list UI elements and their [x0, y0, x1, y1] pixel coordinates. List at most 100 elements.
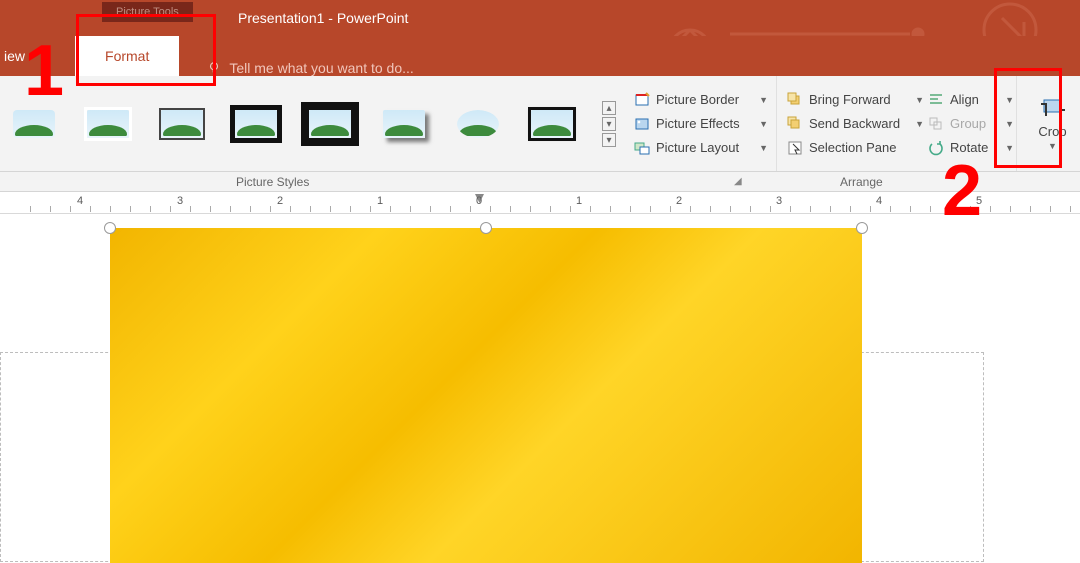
ruler-tick: [670, 206, 671, 212]
selected-picture[interactable]: [110, 228, 862, 563]
ruler-number: 4: [77, 195, 83, 207]
gallery-more-button[interactable]: ▾: [602, 133, 616, 147]
ruler-tick: [290, 206, 291, 212]
group-button[interactable]: Group▼: [926, 114, 1016, 134]
ruler-tick: [650, 206, 651, 212]
picture-border-label: Picture Border: [656, 92, 739, 107]
crop-label: Crop: [1038, 124, 1066, 139]
picture-effects-label: Picture Effects: [656, 116, 740, 131]
group-label-arrange: Arrange: [840, 175, 883, 189]
ruler-tick: [910, 206, 911, 212]
ruler-tick: [550, 206, 551, 212]
picture-border-button[interactable]: Picture Border▼: [632, 90, 770, 110]
selection-pane-icon: [787, 140, 803, 156]
ruler-number: 1: [377, 195, 383, 207]
tell-me-search[interactable]: Tell me what you want to do...: [207, 60, 413, 76]
align-icon: [928, 92, 944, 108]
horizontal-ruler[interactable]: 4321012345: [0, 192, 1080, 214]
ruler-tick: [490, 206, 491, 212]
align-button[interactable]: Align▼: [926, 90, 1016, 110]
bring-forward-button[interactable]: Bring Forward▼: [785, 90, 926, 110]
size-group: Crop ▼: [1016, 76, 1080, 171]
send-backward-label: Send Backward: [809, 116, 900, 131]
ruler-tick: [810, 206, 811, 212]
ruler-tick: [690, 206, 691, 212]
picture-effects-icon: [634, 116, 650, 132]
ruler-tick: [430, 206, 431, 212]
group-label: Group: [950, 116, 986, 131]
picture-format-column: Picture Border▼ Picture Effects▼ Picture…: [626, 76, 776, 171]
ruler-tick: [770, 206, 771, 212]
send-backward-icon: [787, 116, 803, 132]
picture-style-1[interactable]: [6, 104, 62, 144]
tab-review-partial[interactable]: iew: [4, 36, 37, 76]
ruler-tick: [30, 206, 31, 212]
tell-me-placeholder: Tell me what you want to do...: [229, 60, 413, 76]
tab-format[interactable]: Format: [75, 36, 179, 76]
ruler-tick: [350, 206, 351, 212]
selection-pane-label: Selection Pane: [809, 140, 896, 155]
resize-handle-top-middle[interactable]: [480, 222, 492, 234]
selection-pane-button[interactable]: Selection Pane: [785, 138, 926, 158]
ruler-tick: [370, 206, 371, 212]
ruler-tick: [950, 206, 951, 212]
send-backward-button[interactable]: Send Backward▼: [785, 114, 926, 134]
ruler-tick: [510, 206, 511, 212]
contextual-tab-picture-tools: Picture Tools: [102, 2, 193, 22]
picture-style-5[interactable]: [302, 104, 358, 144]
ruler-number: 0: [476, 195, 482, 207]
rotate-label: Rotate: [950, 140, 988, 155]
gallery-row-down[interactable]: ▾: [602, 117, 616, 131]
rotate-button[interactable]: Rotate▼: [926, 138, 1016, 158]
ruler-tick: [850, 206, 851, 212]
ruler-tick: [110, 206, 111, 212]
slide-canvas[interactable]: [0, 214, 1080, 562]
ruler-number: 3: [177, 195, 183, 207]
ruler-number: 4: [876, 195, 882, 207]
resize-handle-top-left[interactable]: [104, 222, 116, 234]
ruler-tick: [310, 206, 311, 212]
picture-style-6[interactable]: [376, 104, 432, 144]
picture-effects-button[interactable]: Picture Effects▼: [632, 114, 770, 134]
picture-layout-button[interactable]: Picture Layout▼: [632, 138, 770, 158]
ruler-tick: [230, 206, 231, 212]
ruler-tick: [790, 206, 791, 212]
ruler-tick: [170, 206, 171, 212]
gallery-row-up[interactable]: ▴: [602, 101, 616, 115]
ruler-tick: [990, 206, 991, 212]
picture-style-2[interactable]: [80, 104, 136, 144]
ruler-tick: [1010, 206, 1011, 212]
picture-layout-label: Picture Layout: [656, 140, 739, 155]
bring-forward-icon: [787, 92, 803, 108]
ruler-tick: [630, 206, 631, 212]
picture-style-4[interactable]: [228, 104, 284, 144]
ruler-tick: [70, 206, 71, 212]
picture-style-7[interactable]: [450, 104, 506, 144]
ruler-tick: [130, 206, 131, 212]
ribbon-body: ▴ ▾ ▾ Picture Border▼ Picture Effects▼ P…: [0, 76, 1080, 172]
group-label-picture-styles: Picture Styles: [236, 175, 309, 189]
ruler-tick: [730, 206, 731, 212]
ruler-tick: [890, 206, 891, 212]
picture-styles-dialog-launcher[interactable]: ◢: [734, 176, 742, 187]
ruler-number: 3: [776, 195, 782, 207]
gallery-scroll: ▴ ▾ ▾: [598, 101, 620, 147]
resize-handle-top-right[interactable]: [856, 222, 868, 234]
rotate-icon: [928, 140, 944, 156]
crop-button[interactable]: Crop ▼: [1038, 96, 1068, 151]
ribbon-tab-bar: iew Format Tell me what you want to do..…: [0, 36, 1080, 76]
title-bar: Picture Tools Presentation1 - PowerPoint: [0, 0, 1080, 36]
ruler-tick: [590, 206, 591, 212]
ruler-tick: [610, 206, 611, 212]
align-label: Align: [950, 92, 979, 107]
group-icon: [928, 116, 944, 132]
ruler-tick: [570, 206, 571, 212]
ruler-tick: [450, 206, 451, 212]
window-title: Presentation1 - PowerPoint: [238, 10, 408, 26]
picture-style-3[interactable]: [154, 104, 210, 144]
ruler-tick: [90, 206, 91, 212]
ruler-tick: [970, 206, 971, 212]
crop-icon: [1038, 96, 1068, 122]
picture-style-8[interactable]: [524, 104, 580, 144]
ruler-tick: [390, 206, 391, 212]
